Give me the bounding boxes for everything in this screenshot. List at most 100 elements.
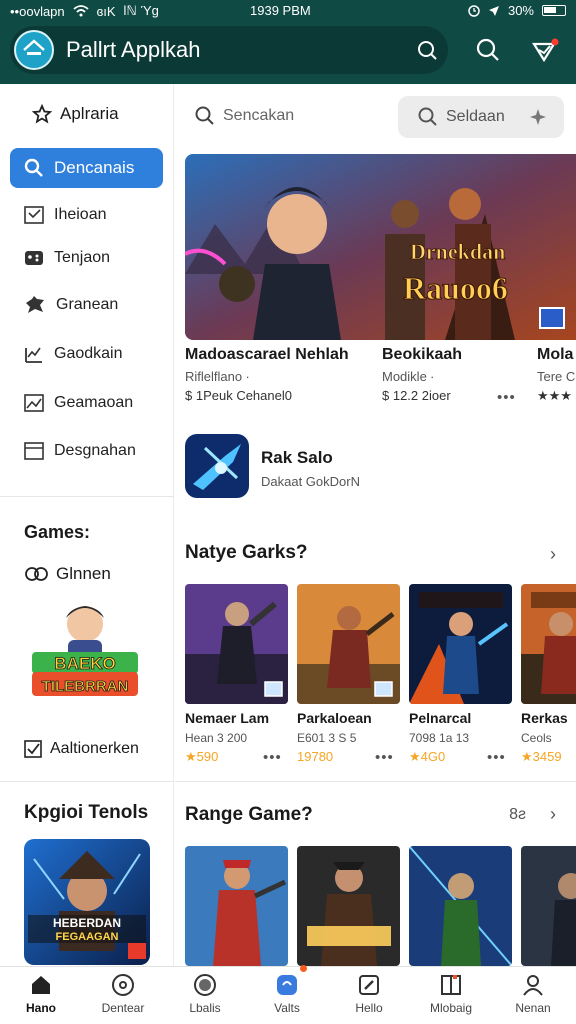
nav-tab-dentear[interactable]: Dentear (82, 973, 164, 1015)
sidebar-item-label: Granean (56, 296, 119, 313)
nav-tab-label: Valts (274, 1001, 300, 1015)
hero-text-line-1: Drnekdan (410, 239, 505, 264)
featured-rating: ★★★ (537, 388, 572, 403)
card-subtitle: Ceols (521, 731, 552, 745)
nav-tab-label: Hano (26, 1001, 56, 1015)
more-options-icon[interactable]: ••• (487, 749, 506, 766)
battery-percent: 30% (507, 3, 534, 18)
sidebar-item-6[interactable]: Desgnahan (24, 442, 136, 460)
sparkle-icon[interactable] (529, 108, 547, 126)
game-card-image[interactable] (521, 846, 576, 966)
search-icon (24, 158, 43, 177)
card-subtitle: 7098 1a 13 (409, 731, 470, 745)
sidebar-item-active[interactable]: Dencanais (10, 148, 163, 188)
nav-tab-valts[interactable]: Valts (246, 973, 328, 1015)
games-label: Games: (24, 522, 91, 542)
featured-item-2[interactable]: Beokikaah Modikle ∙ $ 12.2 2ioer (382, 346, 462, 403)
kpgioi-title: Kpgioi Tenols (24, 802, 149, 823)
check-item-label: Aaltionerken (50, 740, 139, 757)
nav-tab-profile[interactable]: Nenan (492, 973, 574, 1015)
game-card-image[interactable] (409, 584, 512, 704)
search-icon (418, 107, 437, 126)
battery-icon (542, 5, 566, 16)
secondary-search-placeholder: Seldaan (446, 108, 505, 125)
card-title: Pelnarcal (409, 710, 472, 726)
bottom-navigation: Hano Dentear Lbalis Valts Hello Mlobaig … (0, 966, 576, 1024)
alarm-icon (468, 4, 480, 17)
location-icon (488, 5, 499, 16)
sidebar-item-1[interactable]: Iheioan (24, 206, 107, 224)
controller-icon (25, 567, 48, 581)
featured-subtitle: Tere C (537, 369, 576, 384)
card-rating: 19780 (297, 749, 334, 764)
featured-title: Madoascarael Nehlah (185, 346, 349, 363)
more-options-icon[interactable]: ••• (375, 749, 394, 766)
card-title: Nemaer Lam (185, 710, 270, 726)
nav-tab-lbalis[interactable]: Lbalis (164, 973, 246, 1015)
rak-salo-app-icon[interactable] (185, 434, 249, 498)
nav-tab-mlobaig[interactable]: Mlobaig (410, 973, 492, 1015)
section-title-range-game: Range Game? (185, 804, 313, 825)
status-mid-label-2: lℕ Ύg (123, 3, 159, 18)
search-icon[interactable] (416, 39, 438, 61)
hero-banner[interactable]: Drnekdan Rauoo6 (185, 154, 576, 340)
sidebar-item-3[interactable]: Granean (24, 295, 118, 315)
card-rating: ★590 (185, 749, 219, 764)
kpgioi-art-line-2: FEGAAGAN (56, 931, 119, 943)
section-count: 8ƨ (509, 806, 526, 823)
sidebar-item-2[interactable]: Tenjaon (24, 248, 110, 268)
heart-notification-icon[interactable] (530, 38, 560, 64)
checkbox-icon (24, 740, 42, 758)
gamepad-icon (25, 251, 43, 265)
home-icon (32, 976, 50, 994)
app-search-bar[interactable]: Pallrt Applkah (10, 26, 448, 74)
status-bar: ••oovlapn ɞıK lℕ Ύg 1939 PBM 30% (0, 0, 576, 22)
sidebar-item-label: Iheioan (54, 206, 107, 223)
sidebar-item-4[interactable]: Gaodkain (24, 344, 123, 364)
featured-item-1[interactable]: Madoascarael Nehlah Riflelflano ∙ $ 1Peu… (185, 346, 349, 403)
search-icon[interactable] (476, 38, 500, 62)
game-card-image[interactable] (185, 846, 288, 966)
hero-text-line-2: Rauoo6 (403, 270, 508, 306)
notification-dot (300, 965, 307, 972)
record-icon (194, 974, 216, 996)
nav-tab-label: Mlobaig (429, 1001, 473, 1015)
card-rating: ★3459 (521, 749, 562, 764)
secondary-search-field[interactable]: Seldaan (398, 96, 564, 138)
check-item[interactable]: Aaltionerken (24, 740, 139, 758)
promo-character-art[interactable]: BAEKO TILEBRRAN (30, 596, 140, 708)
more-options-icon[interactable]: ••• (497, 389, 516, 406)
sidebar-item-5[interactable]: Geamaoan (24, 393, 133, 413)
games-sub-item[interactable]: Glnnen (24, 564, 111, 584)
game-card-image[interactable] (297, 584, 400, 704)
more-options-icon[interactable]: ••• (263, 749, 282, 766)
home-logo-icon[interactable] (14, 30, 54, 70)
game-card-image[interactable] (297, 846, 400, 966)
featured-title: Beokikaah (382, 346, 463, 363)
nav-tab-home[interactable]: Hano (0, 973, 82, 1015)
app-title: Pallrt Applkah (66, 37, 201, 62)
status-mid-label: ɞıK (96, 3, 116, 19)
app-row-subtitle: Dakaat GokDorN (261, 474, 360, 489)
kpgioi-game-art[interactable]: HEBERDAN FEGAAGAN (24, 839, 150, 965)
search-icon (195, 106, 214, 125)
sidebar-active-label: Dencanais (54, 158, 135, 177)
game-card-image[interactable] (185, 584, 288, 704)
chevron-right-icon[interactable]: › (550, 544, 556, 565)
sidebar: Aplraria Dencanais Iheioan Tenjaon Grane… (0, 84, 174, 966)
game-card-image[interactable] (409, 846, 512, 966)
nav-tab-label: Nenan (515, 1001, 551, 1015)
section-divider (175, 781, 576, 782)
search-field-placeholder: Sencakan (223, 107, 295, 124)
game-card-image[interactable] (521, 584, 576, 704)
card-subtitle: Hean 3 200 (185, 731, 248, 745)
sidebar-item-label: Geamaoan (54, 394, 134, 411)
nav-tab-hello[interactable]: Hello (328, 973, 410, 1015)
kpgioi-art-line-1: HEBERDAN (53, 916, 121, 930)
app-bar: Pallrt Applkah (0, 22, 576, 84)
chevron-right-icon[interactable]: › (550, 804, 556, 825)
sidebar-item-label: Gaodkain (54, 345, 123, 362)
search-field[interactable]: Sencakan (195, 106, 294, 126)
featured-price: $ 12.2 2ioer (382, 388, 451, 403)
featured-item-3[interactable]: Mola Tere C ★★★ (537, 346, 575, 404)
